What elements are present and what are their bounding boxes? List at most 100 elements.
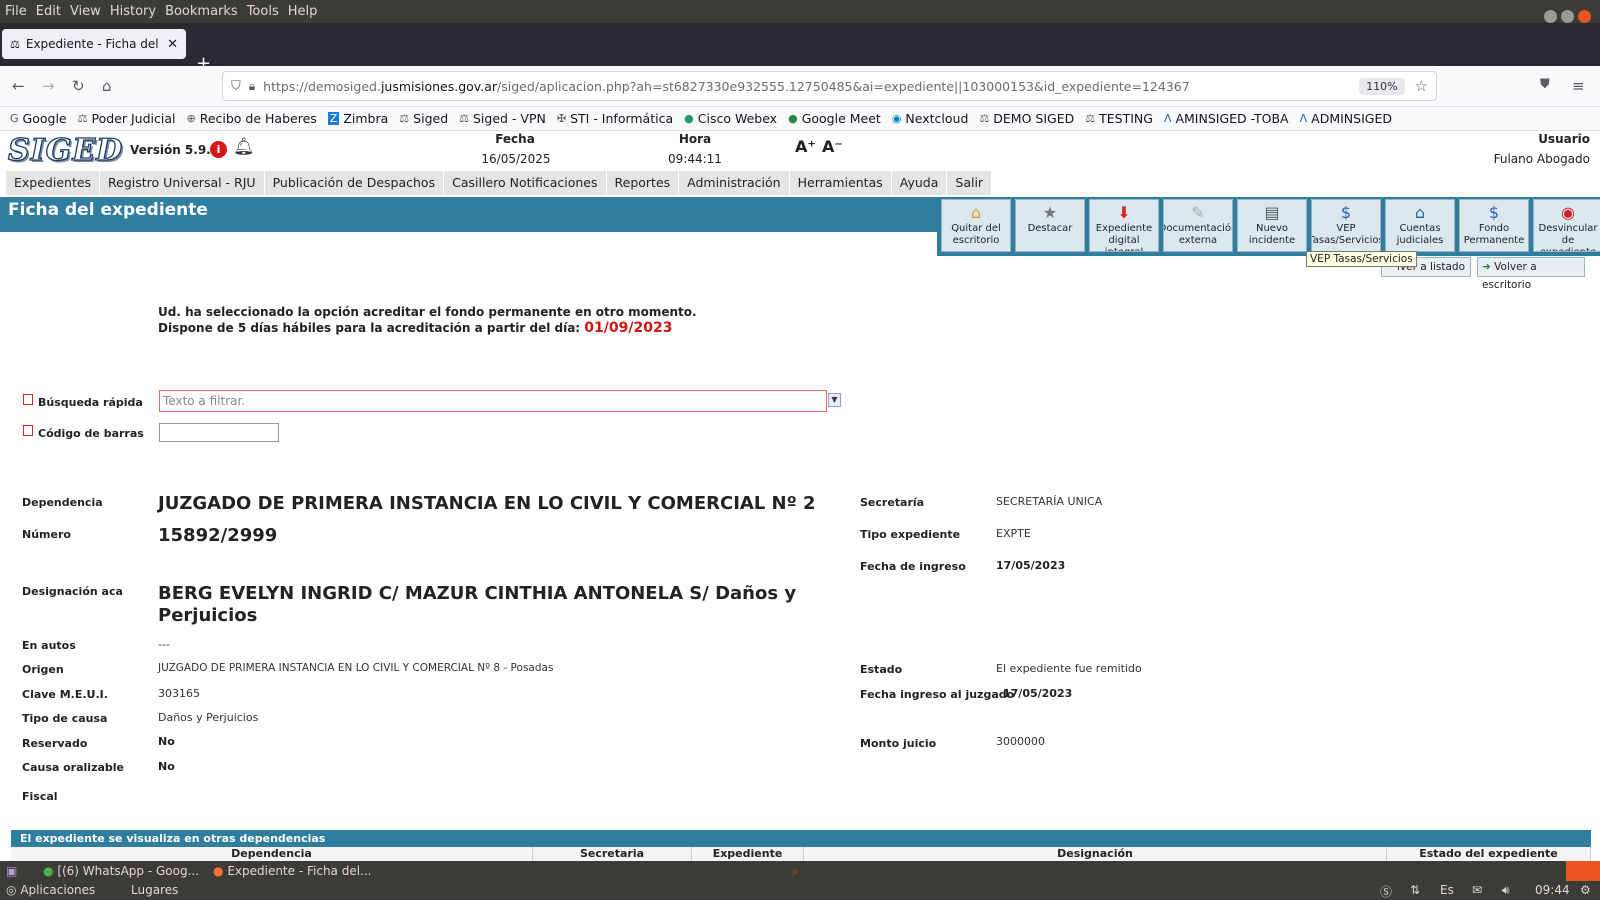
font-decrease-button[interactable]: A⁻ <box>822 137 843 156</box>
url-text[interactable]: https://demosiged.jusmisiones.gov.ar/sig… <box>263 79 1359 94</box>
fecha-label: Fecha <box>495 132 535 146</box>
home-icon[interactable]: ⌂ <box>102 77 112 95</box>
en-autos-value: --- <box>158 638 170 651</box>
column-header: Expediente <box>692 847 804 861</box>
destacar-button[interactable]: ★ Destacar <box>1015 199 1085 252</box>
nav-publicacion-despachos[interactable]: Publicación de Despachos <box>264 171 445 195</box>
menu-tools[interactable]: Tools <box>247 4 279 19</box>
magnifier-icon[interactable]: ⌕ <box>792 864 799 879</box>
bell-icon[interactable]: 🔔︎ <box>233 137 255 157</box>
clock[interactable]: 09:44 <box>1535 883 1570 897</box>
star-icon: ★ <box>1042 203 1058 222</box>
keyboard-layout-indicator[interactable]: Es <box>1440 883 1454 897</box>
bookmark-item[interactable]: Z Zimbra <box>327 111 388 126</box>
vep-tasas-button[interactable]: $ VEP Tasas/Servicios <box>1311 199 1381 252</box>
menu-edit[interactable]: Edit <box>36 4 61 19</box>
bookmark-item[interactable]: ⚖ Poder Judicial <box>78 111 176 126</box>
en-autos-label: En autos <box>22 639 76 652</box>
quick-search-input[interactable]: Texto a filtrar. <box>159 390 827 412</box>
column-header: Designación <box>804 847 1387 861</box>
bookmark-item[interactable]: ⚖ Siged - VPN <box>459 111 546 126</box>
reload-icon[interactable]: ↻ <box>72 77 85 95</box>
secretaria-value: SECRETARÍA UNICA <box>996 495 1103 508</box>
quitar-escritorio-button[interactable]: ⌂ Quitar del escritorio <box>941 199 1011 252</box>
url-bar[interactable]: ⛉ 🔒︎ https://demosiged.jusmisiones.gov.a… <box>222 71 1437 101</box>
oralizable-value: No <box>158 760 175 773</box>
navigation-bar: ← → ↻ ⌂ ⛉ 🔒︎ https://demosiged.jusmision… <box>0 66 1600 107</box>
scales-icon: ⚖ <box>10 37 20 51</box>
app-menubar: File Edit View History Bookmarks Tools H… <box>0 0 1600 23</box>
numero-value: 15892/2999 <box>158 525 278 546</box>
fondo-permanente-button[interactable]: $ Fondo Permanente <box>1459 199 1529 252</box>
pocket-icon[interactable]: ⛊ <box>1540 77 1550 92</box>
scales-icon: ⚖ <box>1085 112 1096 125</box>
lock-icon[interactable]: 🔒︎ <box>249 79 255 94</box>
dependencia-value: JUZGADO DE PRIMERA INSTANCIA EN LO CIVIL… <box>158 493 816 514</box>
workspace-icon[interactable]: ▣ <box>6 864 17 878</box>
mail-icon[interactable]: ✉ <box>1472 883 1482 897</box>
nav-administracion[interactable]: Administración <box>679 171 790 195</box>
nav-salir[interactable]: Salir <box>947 171 993 195</box>
hamburger-menu-icon[interactable]: ≡ <box>1572 77 1585 95</box>
settings-gear-icon[interactable]: ⚙ <box>1580 883 1591 897</box>
bookmark-item[interactable]: ⚖ TESTING <box>1085 111 1153 126</box>
scales-icon: ⚖ <box>459 112 469 125</box>
home-icon: ⌂ <box>970 203 982 222</box>
places-menu[interactable]: Lugares <box>131 883 178 897</box>
page-title: Ficha del expediente <box>8 200 208 220</box>
back-icon[interactable]: ← <box>12 77 25 95</box>
bookmark-item[interactable]: G Google <box>10 111 67 126</box>
taskbar-item-firefox[interactable]: ● Expediente - Ficha del... <box>213 864 372 878</box>
nav-reportes[interactable]: Reportes <box>606 171 680 195</box>
nav-ayuda[interactable]: Ayuda <box>891 171 948 195</box>
apps-menu[interactable]: ◎ Aplicaciones <box>6 883 95 897</box>
expediente-digital-button[interactable]: ⬇Expediente digital integral <box>1089 199 1159 252</box>
bookmark-item[interactable]: Λ AMINSIGED -TOBA <box>1164 111 1289 126</box>
bookmark-item[interactable]: ⊕ Recibo de Haberes <box>186 111 316 126</box>
volume-icon[interactable]: 🔊︎ <box>1502 883 1510 898</box>
maximize-button[interactable] <box>1561 10 1574 23</box>
taskbar-item-whatsapp[interactable]: ● [(6) WhatsApp - Goog... <box>43 864 199 878</box>
documentacion-externa-button[interactable]: ✎Documentación externa <box>1163 199 1233 252</box>
bookmark-item[interactable]: ✠ STI - Informática <box>557 111 673 126</box>
bookmark-item[interactable]: ⚖ DEMO SIGED <box>979 111 1074 126</box>
menu-history[interactable]: History <box>110 4 156 19</box>
menu-bookmarks[interactable]: Bookmarks <box>165 4 238 19</box>
zoom-level[interactable]: 110% <box>1359 77 1405 95</box>
menu-file[interactable]: File <box>5 4 27 19</box>
font-increase-button[interactable]: A⁺ <box>795 137 816 156</box>
designacion-label: Designación aca <box>22 585 123 598</box>
nav-herramientas[interactable]: Herramientas <box>789 171 892 195</box>
info-icon[interactable]: i <box>210 141 227 158</box>
nuevo-incidente-button[interactable]: ▤ Nuevo incidente <box>1237 199 1307 252</box>
chevron-down-icon[interactable]: ▼ <box>828 393 841 407</box>
bookmark-star-icon[interactable]: ☆ <box>1415 77 1428 95</box>
column-header: Secretaria <box>533 847 692 861</box>
cuentas-judiciales-button[interactable]: ⌂ Cuentas judiciales <box>1385 199 1455 252</box>
action-toolbar: ⌂ Quitar del escritorio ★ Destacar ⬇ Expedi… <box>937 197 1600 256</box>
desvincular-button[interactable]: ◉Desvincular de expediente <box>1533 199 1600 252</box>
meet-icon: ● <box>788 112 798 125</box>
menu-view[interactable]: View <box>70 4 101 19</box>
bookmark-item[interactable]: Λ ADMINSIGED <box>1300 111 1392 126</box>
firefox-launcher-icon[interactable] <box>1566 861 1600 881</box>
volver-escritorio-button[interactable]: ➜ Volver a escritorio <box>1477 257 1585 291</box>
menu-help[interactable]: Help <box>288 4 318 19</box>
bookmark-item[interactable]: ● Google Meet <box>788 111 881 126</box>
nav-expedientes[interactable]: Expedientes <box>6 171 101 195</box>
bookmark-item[interactable]: ◉ Nextcloud <box>892 111 969 126</box>
barcode-input[interactable] <box>159 423 279 442</box>
bookmark-item[interactable]: ● Cisco Webex <box>684 111 777 126</box>
minimize-button[interactable] <box>1544 10 1557 23</box>
browser-tab[interactable]: ⚖ Expediente - Ficha del ex ✕ <box>2 29 186 59</box>
nav-registro-universal[interactable]: Registro Universal - RJU <box>100 171 265 195</box>
close-tab-icon[interactable]: ✕ <box>167 37 178 52</box>
nav-casillero-notificaciones[interactable]: Casillero Notificaciones <box>444 171 607 195</box>
close-window-button[interactable] <box>1578 10 1591 23</box>
bookmark-item[interactable]: ⚖ Siged <box>399 111 448 126</box>
forward-icon[interactable]: → <box>42 77 55 95</box>
skype-icon[interactable]: Ⓢ <box>1380 883 1392 900</box>
shield-icon[interactable]: ⛉ <box>231 79 241 94</box>
scales-icon: ⚖ <box>77 112 88 125</box>
network-icon[interactable]: ⇅ <box>1410 883 1420 897</box>
